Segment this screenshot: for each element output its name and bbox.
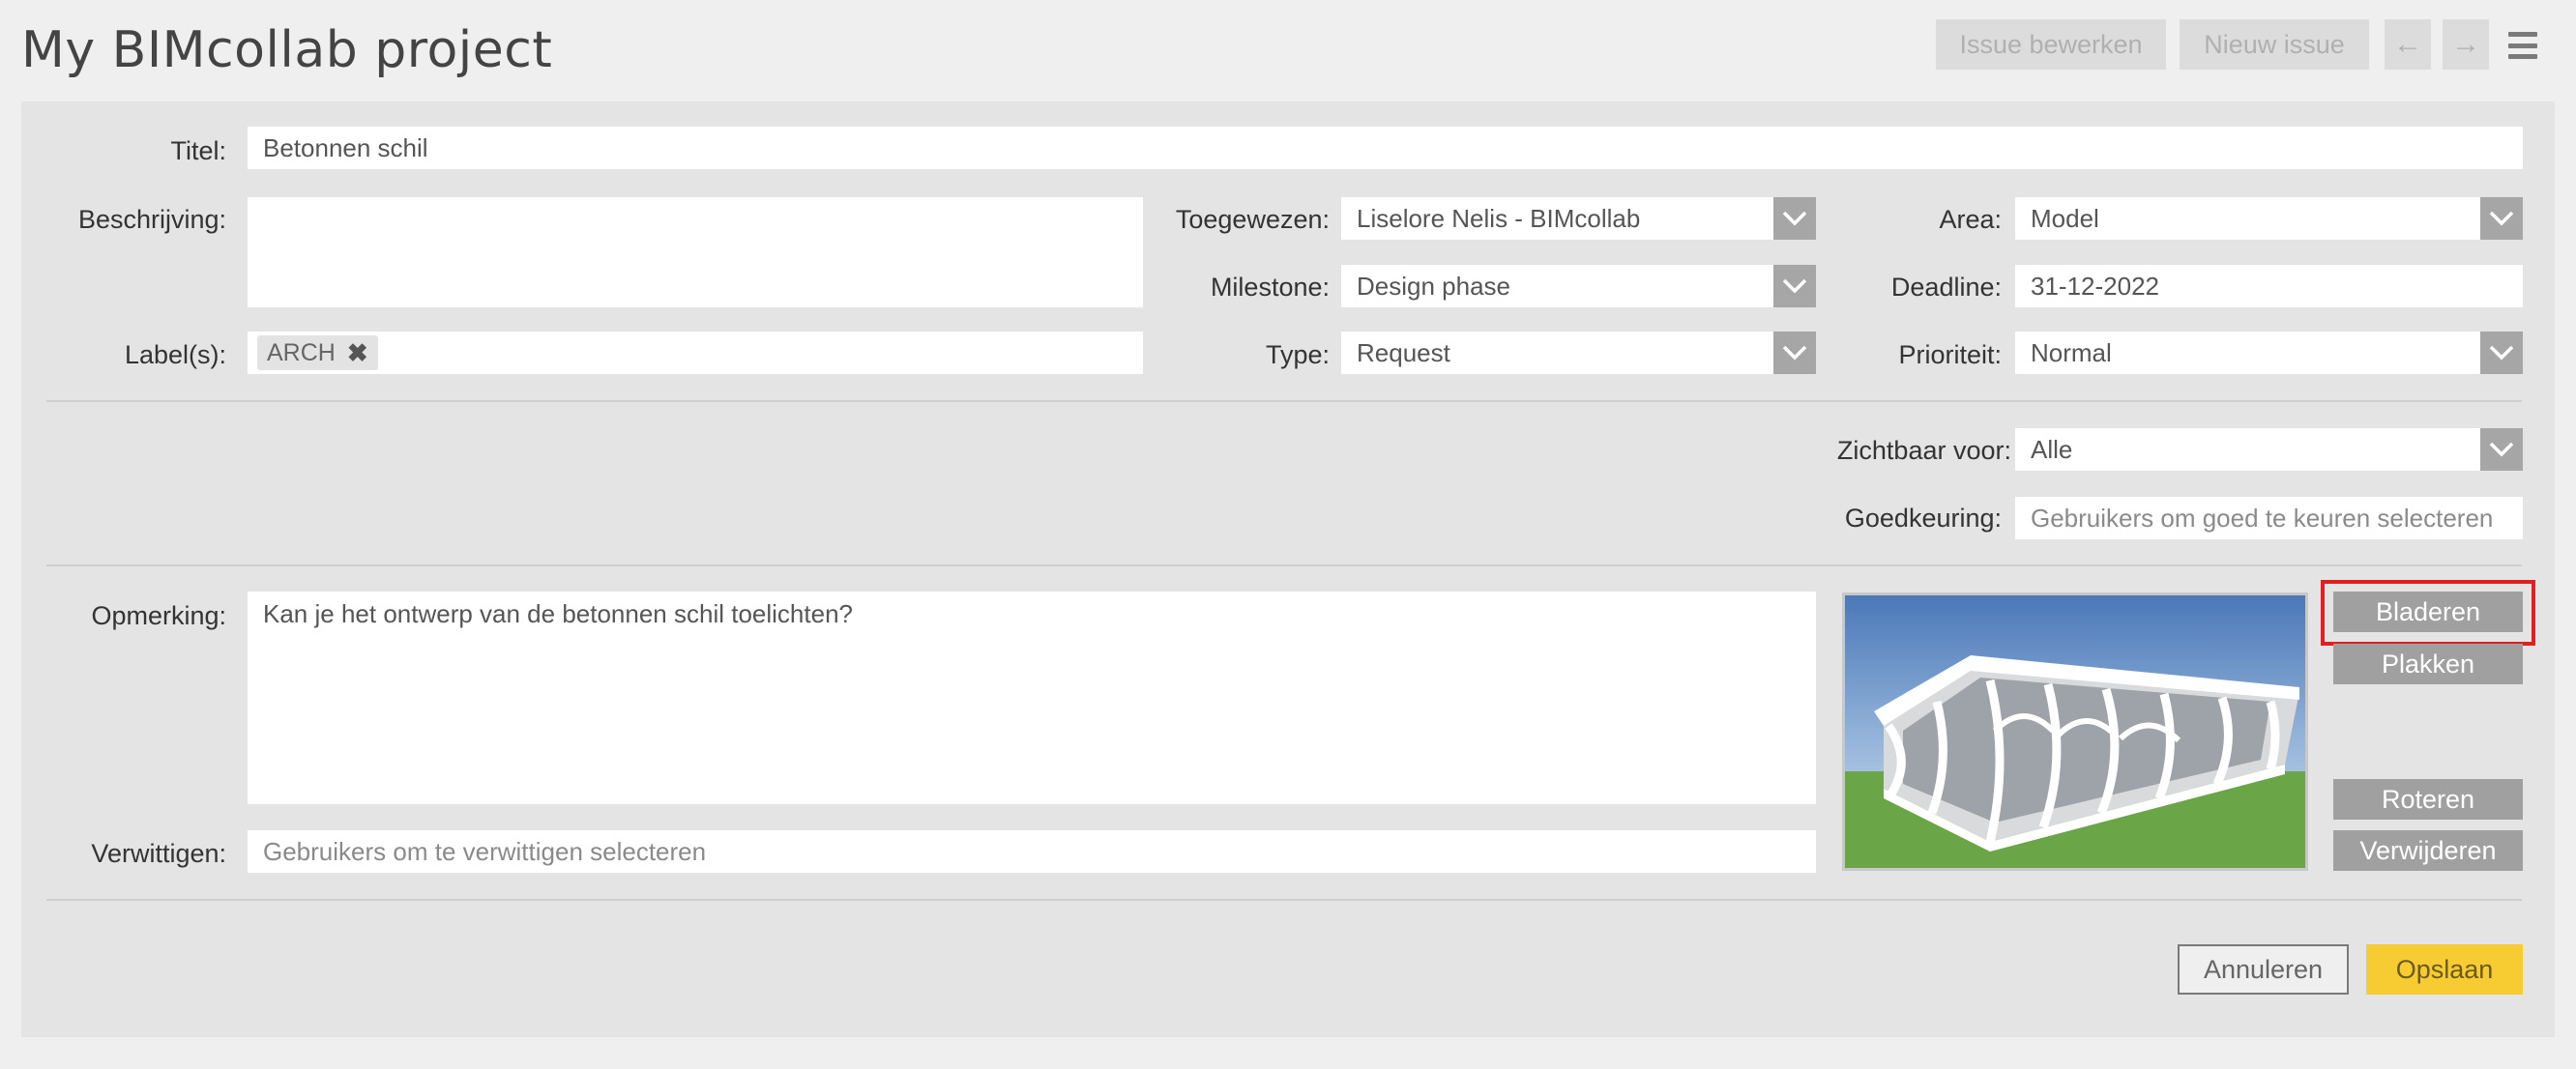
approval-input[interactable]: Gebruikers om goed te keuren selecteren — [2015, 497, 2523, 539]
labels-label: Label(s): — [124, 340, 226, 369]
tag-label: ARCH — [267, 338, 336, 366]
divider — [46, 899, 2522, 901]
chevron-down-icon[interactable] — [2480, 197, 2523, 240]
type-value: Request — [1357, 337, 1450, 367]
approval-label: Goedkeuring: — [1844, 504, 2002, 533]
comment-textarea[interactable]: Kan je het ontwerp van de betonnen schil… — [248, 592, 1816, 804]
menu-icon[interactable] — [2508, 32, 2537, 59]
milestone-select[interactable]: Design phase — [1341, 265, 1816, 307]
divider — [46, 400, 2522, 402]
tag-arch: ARCH ✖ — [257, 335, 378, 370]
area-label: Area: — [1939, 205, 2002, 234]
description-textarea[interactable] — [248, 197, 1143, 307]
highlight-box — [2321, 580, 2535, 646]
chevron-down-icon[interactable] — [1773, 332, 1816, 374]
priority-label: Prioriteit: — [1898, 340, 2002, 369]
save-button[interactable]: Opslaan — [2366, 944, 2523, 995]
assigned-label: Toegewezen: — [1175, 205, 1330, 234]
priority-select[interactable]: Normal — [2015, 332, 2523, 374]
edit-issue-button[interactable]: Issue bewerken — [1936, 19, 2166, 70]
deadline-input[interactable]: 31-12-2022 — [2015, 265, 2523, 307]
notify-input[interactable]: Gebruikers om te verwittigen selecteren — [248, 830, 1816, 873]
chevron-down-icon[interactable] — [1773, 197, 1816, 240]
area-value: Model — [2031, 203, 2099, 233]
milestone-label: Milestone: — [1210, 273, 1330, 302]
cancel-button[interactable]: Annuleren — [2178, 944, 2349, 995]
snapshot-image[interactable] — [1842, 592, 2308, 871]
delete-button[interactable]: Verwijderen — [2333, 830, 2523, 871]
paste-button[interactable]: Plakken — [2333, 644, 2523, 684]
chevron-down-icon[interactable] — [1773, 265, 1816, 307]
prev-arrow-icon[interactable]: ← — [2385, 19, 2431, 70]
page-title: My BIMcollab project — [21, 21, 553, 79]
assigned-select[interactable]: Liselore Nelis - BIMcollab — [1341, 197, 1816, 240]
area-select[interactable]: Model — [2015, 197, 2523, 240]
description-label: Beschrijving: — [77, 205, 226, 234]
title-label: Titel: — [170, 136, 226, 165]
comment-label: Opmerking: — [91, 601, 226, 630]
new-issue-button[interactable]: Nieuw issue — [2180, 19, 2369, 70]
visible-for-label: Zichtbaar voor: — [1836, 436, 2011, 465]
milestone-value: Design phase — [1357, 271, 1510, 301]
next-arrow-icon[interactable]: → — [2443, 19, 2489, 70]
deadline-label: Deadline: — [1890, 273, 2002, 302]
type-select[interactable]: Request — [1341, 332, 1816, 374]
rotate-button[interactable]: Roteren — [2333, 779, 2523, 820]
remove-tag-icon[interactable]: ✖ — [347, 338, 368, 368]
assigned-value: Liselore Nelis - BIMcollab — [1357, 203, 1641, 233]
chevron-down-icon[interactable] — [2480, 332, 2523, 374]
title-input[interactable]: Betonnen schil — [248, 127, 2523, 169]
type-label: Type: — [1265, 340, 1330, 369]
divider — [46, 564, 2522, 566]
visible-for-select[interactable]: Alle — [2015, 428, 2523, 471]
visible-for-value: Alle — [2031, 434, 2073, 464]
labels-input[interactable] — [248, 332, 1143, 374]
priority-value: Normal — [2031, 337, 2112, 367]
notify-label: Verwittigen: — [91, 839, 226, 868]
chevron-down-icon[interactable] — [2480, 428, 2523, 471]
